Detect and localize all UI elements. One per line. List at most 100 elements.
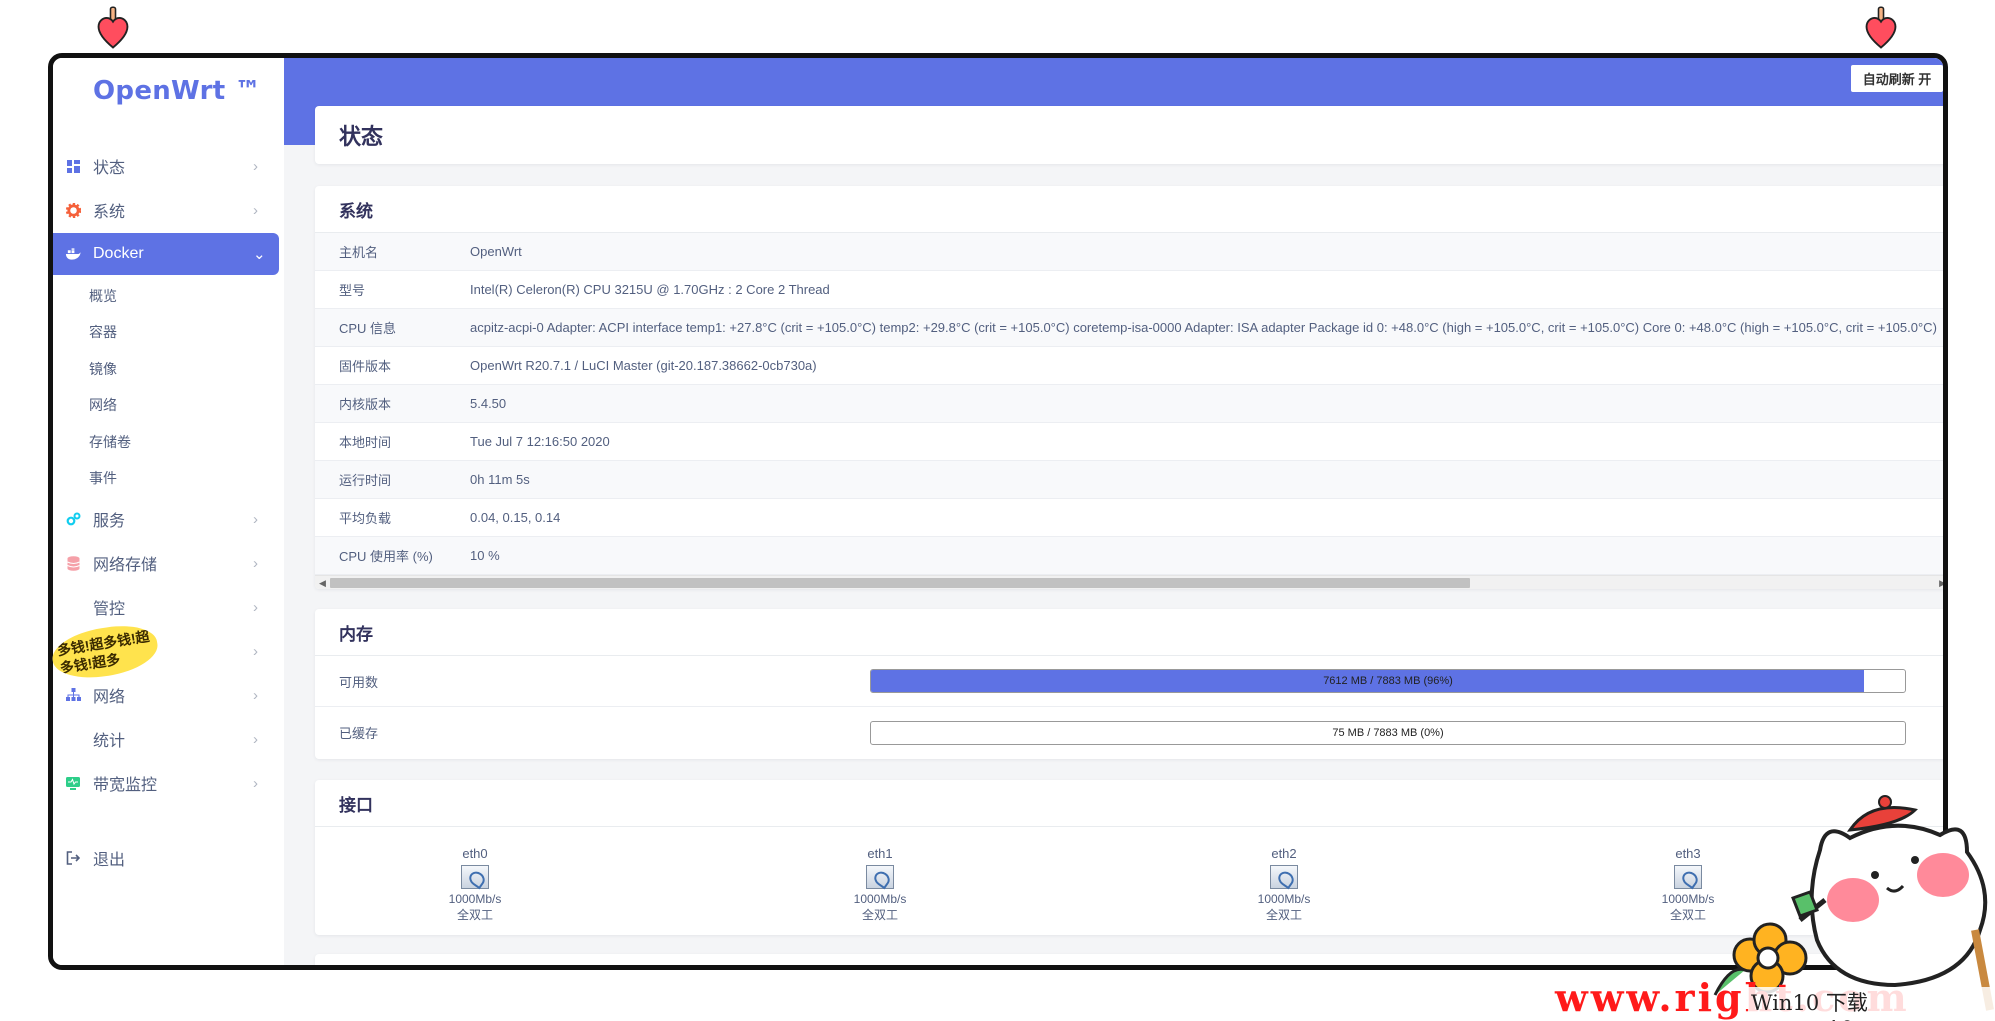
sidebar-item-bandwidth[interactable]: 带宽监控 ›	[53, 762, 279, 804]
sidebar-item-services[interactable]: 服务 ›	[53, 498, 279, 540]
chevron-down-icon: ⌄	[253, 246, 266, 263]
gear-icon	[65, 202, 81, 218]
ethernet-port-icon	[461, 865, 489, 889]
interface-item[interactable]: eth0 1000Mb/s 全双工	[430, 846, 520, 923]
memory-card: 内存 可用数 7612 MB / 7883 MB (96%) 已缓存 75 MB…	[315, 609, 1943, 759]
row-key: 运行时间	[339, 473, 392, 488]
sidebar-item-label: Docker	[93, 245, 144, 262]
table-row: 平均负载 0.04, 0.15, 0.14	[315, 499, 1943, 537]
interface-name: eth2	[1271, 846, 1297, 861]
docker-sub-networks[interactable]: 网络	[89, 395, 117, 415]
interface-name: eth1	[867, 846, 893, 861]
progress-text: 7612 MB / 7883 MB (96%)	[1323, 675, 1453, 687]
watermark-text-secondary: Win10 下载 www.w10.xyz	[1748, 987, 1995, 1021]
sidebar-item-label: 管控	[93, 601, 126, 618]
row-value: 0h 11m 5s	[470, 472, 530, 487]
chevron-right-icon: ›	[253, 730, 258, 748]
sidebar-item-label: 状态	[93, 160, 126, 177]
horizontal-scrollbar[interactable]: ◀ ▶	[315, 575, 1943, 589]
cogs-icon	[65, 511, 81, 527]
sidebar-item-label: 服务	[93, 513, 126, 530]
sidebar-item-label: 统计	[93, 733, 126, 750]
table-row: CPU 信息 acpitz-acpi-0 Adapter: ACPI interf…	[315, 309, 1943, 347]
sidebar: OpenWrt ™ 状态 › 系统 › Docker ⌄ 概览 容器 镜像 网络…	[53, 58, 284, 965]
row-key: 型号	[339, 283, 366, 298]
row-key: 本地时间	[339, 435, 392, 450]
database-icon	[65, 555, 81, 571]
row-value: 10 %	[470, 548, 500, 563]
sidebar-item-network[interactable]: 网络 ›	[53, 674, 279, 716]
scrollbar-thumb[interactable]	[330, 578, 1470, 588]
table-row: CPU 使用率 (%) 10 %	[315, 537, 1943, 575]
system-card-title: 系统	[315, 186, 1943, 233]
table-row: 主机名 OpenWrt	[315, 233, 1943, 271]
row-key: 主机名	[339, 245, 379, 260]
memory-row-available: 可用数 7612 MB / 7883 MB (96%)	[315, 656, 1943, 707]
memory-progress-bar: 7612 MB / 7883 MB (96%)	[870, 669, 1906, 693]
sidebar-item-status[interactable]: 状态 ›	[53, 145, 279, 187]
sidebar-item-stats[interactable]: 统计 ›	[53, 718, 279, 760]
row-key: CPU 使用率 (%)	[339, 549, 433, 564]
sidebar-item-system[interactable]: 系统 ›	[53, 189, 279, 231]
docker-sub-events[interactable]: 事件	[89, 468, 117, 488]
memory-row-cached: 已缓存 75 MB / 7883 MB (0%)	[315, 707, 1943, 758]
docker-sub-overview[interactable]: 概览	[89, 286, 117, 306]
table-row: 型号 Intel(R) Celeron(R) CPU 3215U @ 1.70GH…	[315, 271, 1943, 309]
chevron-right-icon: ›	[253, 510, 258, 528]
sidebar-item-nas[interactable]: 网络存储 ›	[53, 542, 279, 584]
sidebar-item-label: 退出	[93, 852, 126, 869]
sidebar-item-label: 系统	[93, 204, 126, 221]
blank-icon	[65, 731, 81, 747]
chevron-right-icon: ›	[253, 554, 258, 572]
scroll-left-arrow-icon[interactable]: ◀	[319, 576, 326, 589]
chevron-right-icon: ›	[253, 774, 258, 792]
table-row: 运行时间 0h 11m 5s	[315, 461, 1943, 499]
interface-item[interactable]: eth1 1000Mb/s 全双工	[835, 846, 925, 923]
row-value: 5.4.50	[470, 396, 507, 411]
docker-sub-images[interactable]: 镜像	[89, 359, 117, 379]
row-value: OpenWrt	[470, 244, 522, 259]
sidebar-item-logout[interactable]: 退出	[53, 837, 279, 879]
ethernet-port-icon	[1270, 865, 1298, 889]
auto-refresh-toggle[interactable]: 自动刷新 开	[1851, 65, 1943, 92]
row-value: 0.04, 0.15, 0.14	[470, 510, 561, 525]
dashboard-icon	[65, 158, 81, 174]
table-row: 内核版本 5.4.50	[315, 385, 1943, 423]
row-key: CPU 信息	[339, 321, 397, 336]
docker-sub-volumes[interactable]: 存储卷	[89, 432, 131, 452]
ethernet-port-icon	[866, 865, 894, 889]
sidebar-item-docker[interactable]: Docker ⌄	[53, 233, 279, 275]
row-value: acpitz-acpi-0 Adapter: ACPI interface te…	[470, 320, 1937, 335]
memory-progress-bar: 75 MB / 7883 MB (0%)	[870, 720, 1906, 745]
progress-text: 75 MB / 7883 MB (0%)	[1332, 726, 1444, 739]
scroll-right-arrow-icon[interactable]: ▶	[1939, 576, 1943, 589]
monitor-icon	[65, 775, 81, 791]
sitemap-icon	[65, 687, 81, 703]
heart-pin-icon	[97, 6, 129, 49]
heart-pin-icon	[1865, 6, 1897, 49]
row-value: Intel(R) Celeron(R) CPU 3215U @ 1.70GHz …	[470, 282, 830, 297]
interface-duplex: 全双工	[1265, 908, 1302, 922]
chevron-right-icon: ›	[253, 598, 258, 616]
blank-icon	[65, 599, 81, 615]
chevron-right-icon: ›	[253, 642, 258, 660]
sidebar-item-label: 网络	[93, 689, 126, 706]
docker-whale-icon	[65, 246, 81, 262]
chevron-right-icon: ›	[253, 157, 258, 175]
chevron-right-icon: ›	[253, 201, 258, 219]
docker-sub-containers[interactable]: 容器	[89, 322, 117, 342]
interface-speed: 1000Mb/s	[853, 892, 907, 906]
system-card: 系统 主机名 OpenWrt 型号 Intel(R) Celeron(R) CPU …	[315, 186, 1943, 589]
page-title: 状态	[339, 124, 384, 149]
row-value: Tue Jul 7 12:16:50 2020	[470, 434, 610, 449]
system-table: 主机名 OpenWrt 型号 Intel(R) Celeron(R) CPU 321…	[315, 233, 1943, 575]
interface-item[interactable]: eth2 1000Mb/s 全双工	[1239, 846, 1329, 923]
openwrt-logo[interactable]: OpenWrt ™	[93, 76, 261, 106]
sidebar-item-control[interactable]: 管控 ›	[53, 586, 279, 628]
screenshot-stage: OpenWrt ™ 状态 › 系统 › Docker ⌄ 概览 容器 镜像 网络…	[0, 0, 1995, 1021]
interface-speed: 1000Mb/s	[448, 892, 502, 906]
chevron-right-icon: ›	[253, 686, 258, 704]
interface-duplex: 全双工	[456, 908, 493, 922]
row-key: 已缓存	[339, 726, 379, 741]
table-row: 固件版本 OpenWrt R20.7.1 / LuCI Master (git-2…	[315, 347, 1943, 385]
